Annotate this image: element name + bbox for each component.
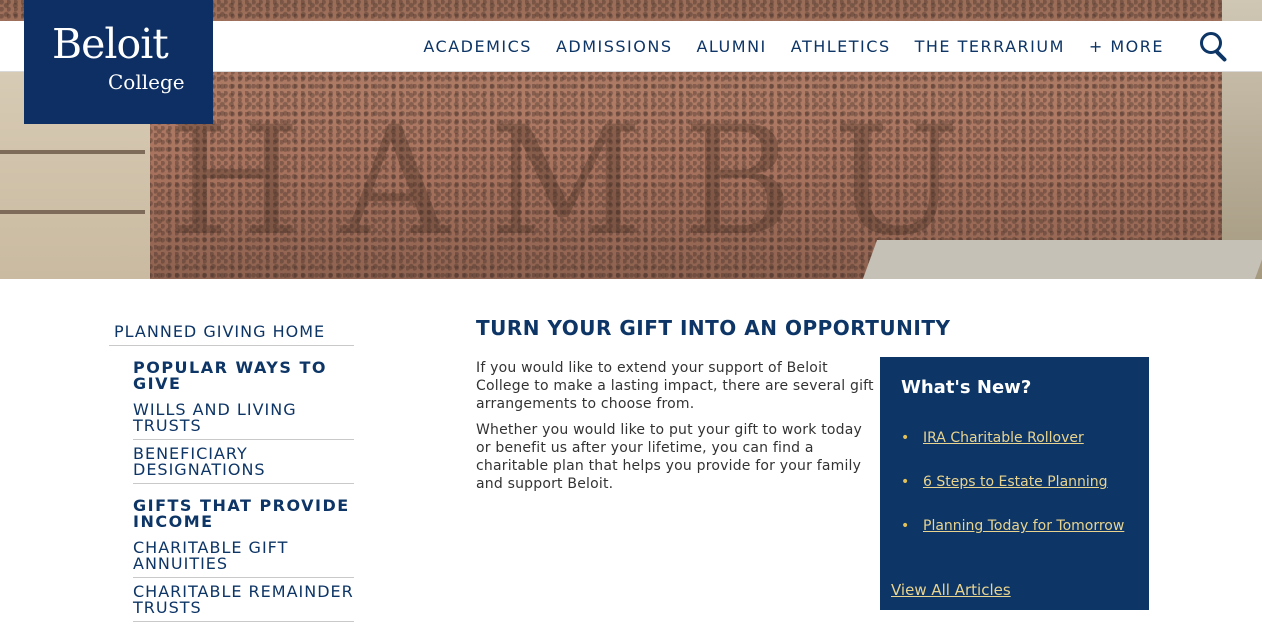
- list-item: • Planning Today for Tomorrow: [901, 517, 1141, 535]
- list-item: • IRA Charitable Rollover: [901, 429, 1141, 447]
- sidebar-group-heading[interactable]: GIFTS THAT PROVIDE INCOME: [133, 484, 354, 534]
- hero-ledge: [862, 240, 1262, 279]
- hero-stone-seam: [0, 210, 145, 214]
- sidebar-item-wills-and-living-trusts[interactable]: WILLS AND LIVING TRUSTS: [133, 396, 354, 440]
- sidebar-item-planned-giving-home[interactable]: PLANNED GIVING HOME: [109, 318, 354, 346]
- sidebar-item-beneficiary-designations[interactable]: BENEFICIARY DESIGNATIONS: [133, 440, 354, 484]
- nav-the-terrarium[interactable]: THE TERRARIUM: [915, 37, 1065, 56]
- sidebar-group-gifts-income: GIFTS THAT PROVIDE INCOME CHARITABLE GIF…: [133, 484, 354, 622]
- news-list: • IRA Charitable Rollover • 6 Steps to Est…: [901, 429, 1141, 561]
- list-item: • 6 Steps to Estate Planning: [901, 473, 1141, 491]
- page-title: TURN YOUR GIFT INTO AN OPPORTUNITY: [476, 316, 951, 340]
- nav-admissions[interactable]: ADMISSIONS: [556, 37, 673, 56]
- main-nav: ACADEMICS ADMISSIONS ALUMNI ATHLETICS TH…: [399, 21, 1262, 71]
- whats-new-title: What's New?: [901, 377, 1032, 398]
- bullet-icon: •: [901, 518, 910, 534]
- sidebar-group-heading[interactable]: POPULAR WAYS TO GIVE: [133, 346, 354, 396]
- hero-stone-seam: [0, 150, 145, 154]
- planned-giving-sidebar: PLANNED GIVING HOME POPULAR WAYS TO GIVE…: [109, 318, 354, 622]
- news-link-ira-rollover[interactable]: IRA Charitable Rollover: [923, 430, 1084, 446]
- nav-athletics[interactable]: ATHLETICS: [791, 37, 891, 56]
- main-content: TURN YOUR GIFT INTO AN OPPORTUNITY If yo…: [476, 316, 950, 501]
- news-link-planning-today[interactable]: Planning Today for Tomorrow: [923, 518, 1124, 534]
- bullet-icon: •: [901, 474, 910, 490]
- body-paragraph: Whether you would like to put your gift …: [476, 422, 863, 492]
- beloit-college-logo[interactable]: Beloit College: [24, 0, 213, 124]
- nav-alumni[interactable]: ALUMNI: [696, 37, 766, 56]
- bullet-icon: •: [901, 430, 910, 446]
- logo-wordmark: Beloit: [52, 20, 169, 68]
- search-icon-handle: [1214, 49, 1228, 63]
- search-icon[interactable]: [1198, 30, 1230, 63]
- view-all-articles-link[interactable]: View All Articles: [891, 581, 1011, 599]
- sidebar-item-charitable-gift-annuities[interactable]: CHARITABLE GIFT ANNUITIES: [133, 534, 354, 578]
- news-link-estate-planning[interactable]: 6 Steps to Estate Planning: [923, 474, 1108, 490]
- nav-more[interactable]: + MORE: [1089, 37, 1164, 56]
- logo-subtitle: College: [108, 70, 185, 94]
- sidebar-group-popular-ways: POPULAR WAYS TO GIVE WILLS AND LIVING TR…: [133, 346, 354, 484]
- sidebar-item-charitable-remainder-trusts[interactable]: CHARITABLE REMAINDER TRUSTS: [133, 578, 354, 622]
- intro-paragraph: If you would like to extend your support…: [476, 360, 874, 412]
- whats-new-panel: What's New? • IRA Charitable Rollover • 6 …: [880, 357, 1149, 610]
- nav-academics[interactable]: ACADEMICS: [423, 37, 532, 56]
